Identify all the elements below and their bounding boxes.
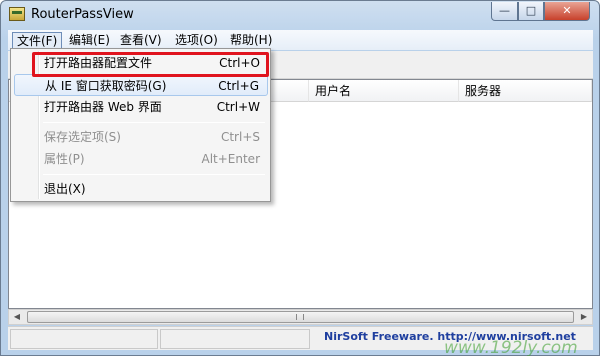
menu-item-label: 打开路由器 Web 界面 [44,100,162,114]
column-header-server[interactable]: 服务器 [459,80,592,102]
menu-item-save-selected[interactable]: 保存选定项(S) Ctrl+S [14,126,268,148]
title-bar[interactable]: RouterPassView — □ ✕ [1,1,599,29]
menu-file[interactable]: 文件(F) [12,32,63,49]
menu-bar: 文件(F) 编辑(E) 查看(V) 选项(O) 帮助(H) [8,30,593,50]
minimize-button[interactable]: — [491,2,518,21]
scroll-left-icon[interactable]: ◀ [9,310,25,324]
menu-options[interactable]: 选项(O) [171,32,222,49]
menu-item-shortcut: Alt+Enter [201,152,260,166]
status-cell-count [10,329,158,349]
menu-item-label: 从 IE 窗口获取密码(G) [45,79,167,93]
app-icon [9,7,25,21]
menu-item-shortcut: Ctrl+S [220,130,260,144]
menu-separator [43,122,265,123]
close-button[interactable]: ✕ [544,2,590,21]
scroll-right-icon[interactable]: ▶ [576,310,592,324]
menu-item-open-router-web[interactable]: 打开路由器 Web 界面 Ctrl+W [14,96,268,118]
menu-separator [43,174,265,175]
horizontal-scrollbar[interactable]: ◀ ▶ [8,309,593,325]
maximize-button[interactable]: □ [518,2,544,21]
menu-item-get-ie-password[interactable]: 从 IE 窗口获取密码(G) Ctrl+G [14,74,268,96]
window-title: RouterPassView [31,7,134,22]
menu-item-properties[interactable]: 属性(P) Alt+Enter [14,148,268,170]
menu-item-label: 属性(P) [44,152,85,166]
menu-view[interactable]: 查看(V) [116,32,166,49]
menu-item-label: 保存选定项(S) [44,130,121,144]
menu-help[interactable]: 帮助(H) [226,32,276,49]
status-cell-info [160,329,310,349]
menu-item-label: 退出(X) [44,182,86,196]
menu-item-exit[interactable]: 退出(X) [14,178,268,200]
menu-edit[interactable]: 编辑(E) [65,32,114,49]
watermark-text: www.192ly.com [444,338,578,356]
menu-item-shortcut: Ctrl+W [216,100,260,114]
menu-item-shortcut: Ctrl+G [218,79,259,93]
highlight-annotation [32,52,269,77]
grip-icon [296,314,304,320]
column-header-username[interactable]: 用户名 [309,80,459,102]
scroll-thumb[interactable] [27,311,574,323]
